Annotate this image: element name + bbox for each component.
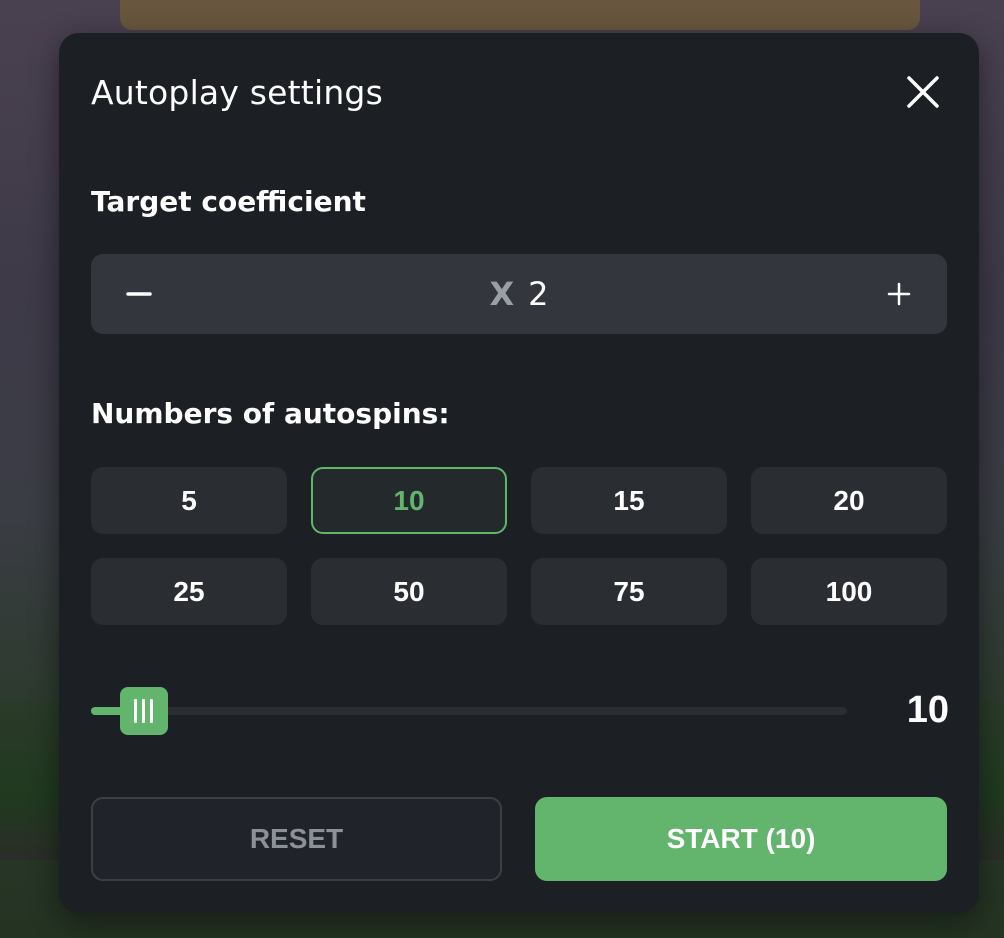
coefficient-value: 2 (528, 275, 549, 313)
autospin-option-50[interactable]: 50 (311, 558, 507, 625)
autospin-option-25[interactable]: 25 (91, 558, 287, 625)
backdrop-top-banner (120, 0, 920, 30)
coefficient-stepper: X 2 (91, 254, 947, 334)
autoplay-settings-modal: Autoplay settings Target coefficient X 2… (59, 33, 979, 913)
autospin-option-75[interactable]: 75 (531, 558, 727, 625)
slider-track[interactable] (91, 707, 847, 715)
slider-thumb[interactable] (119, 687, 168, 735)
autospins-label: Numbers of autospins: (91, 397, 450, 430)
coefficient-value-display[interactable]: X 2 (91, 254, 947, 334)
increase-coefficient-button[interactable] (859, 254, 939, 334)
autospin-option-15[interactable]: 15 (531, 467, 727, 534)
coefficient-prefix: X (489, 275, 515, 313)
autospin-option-100[interactable]: 100 (751, 558, 947, 625)
slider-value-readout: 10 (906, 689, 949, 731)
plus-icon (887, 282, 911, 306)
autospin-option-20[interactable]: 20 (751, 467, 947, 534)
grip-line (150, 699, 154, 723)
grip-line (142, 699, 146, 723)
autospin-option-5[interactable]: 5 (91, 467, 287, 534)
autospin-option-10[interactable]: 10 (311, 467, 507, 534)
close-icon (907, 76, 939, 108)
reset-button[interactable]: RESET (91, 797, 502, 881)
autospin-slider[interactable] (91, 685, 847, 737)
modal-title: Autoplay settings (91, 73, 383, 112)
start-button[interactable]: START (10) (535, 797, 947, 881)
close-button[interactable] (902, 71, 944, 113)
grip-line (134, 699, 138, 723)
target-coefficient-label: Target coefficient (91, 185, 366, 218)
